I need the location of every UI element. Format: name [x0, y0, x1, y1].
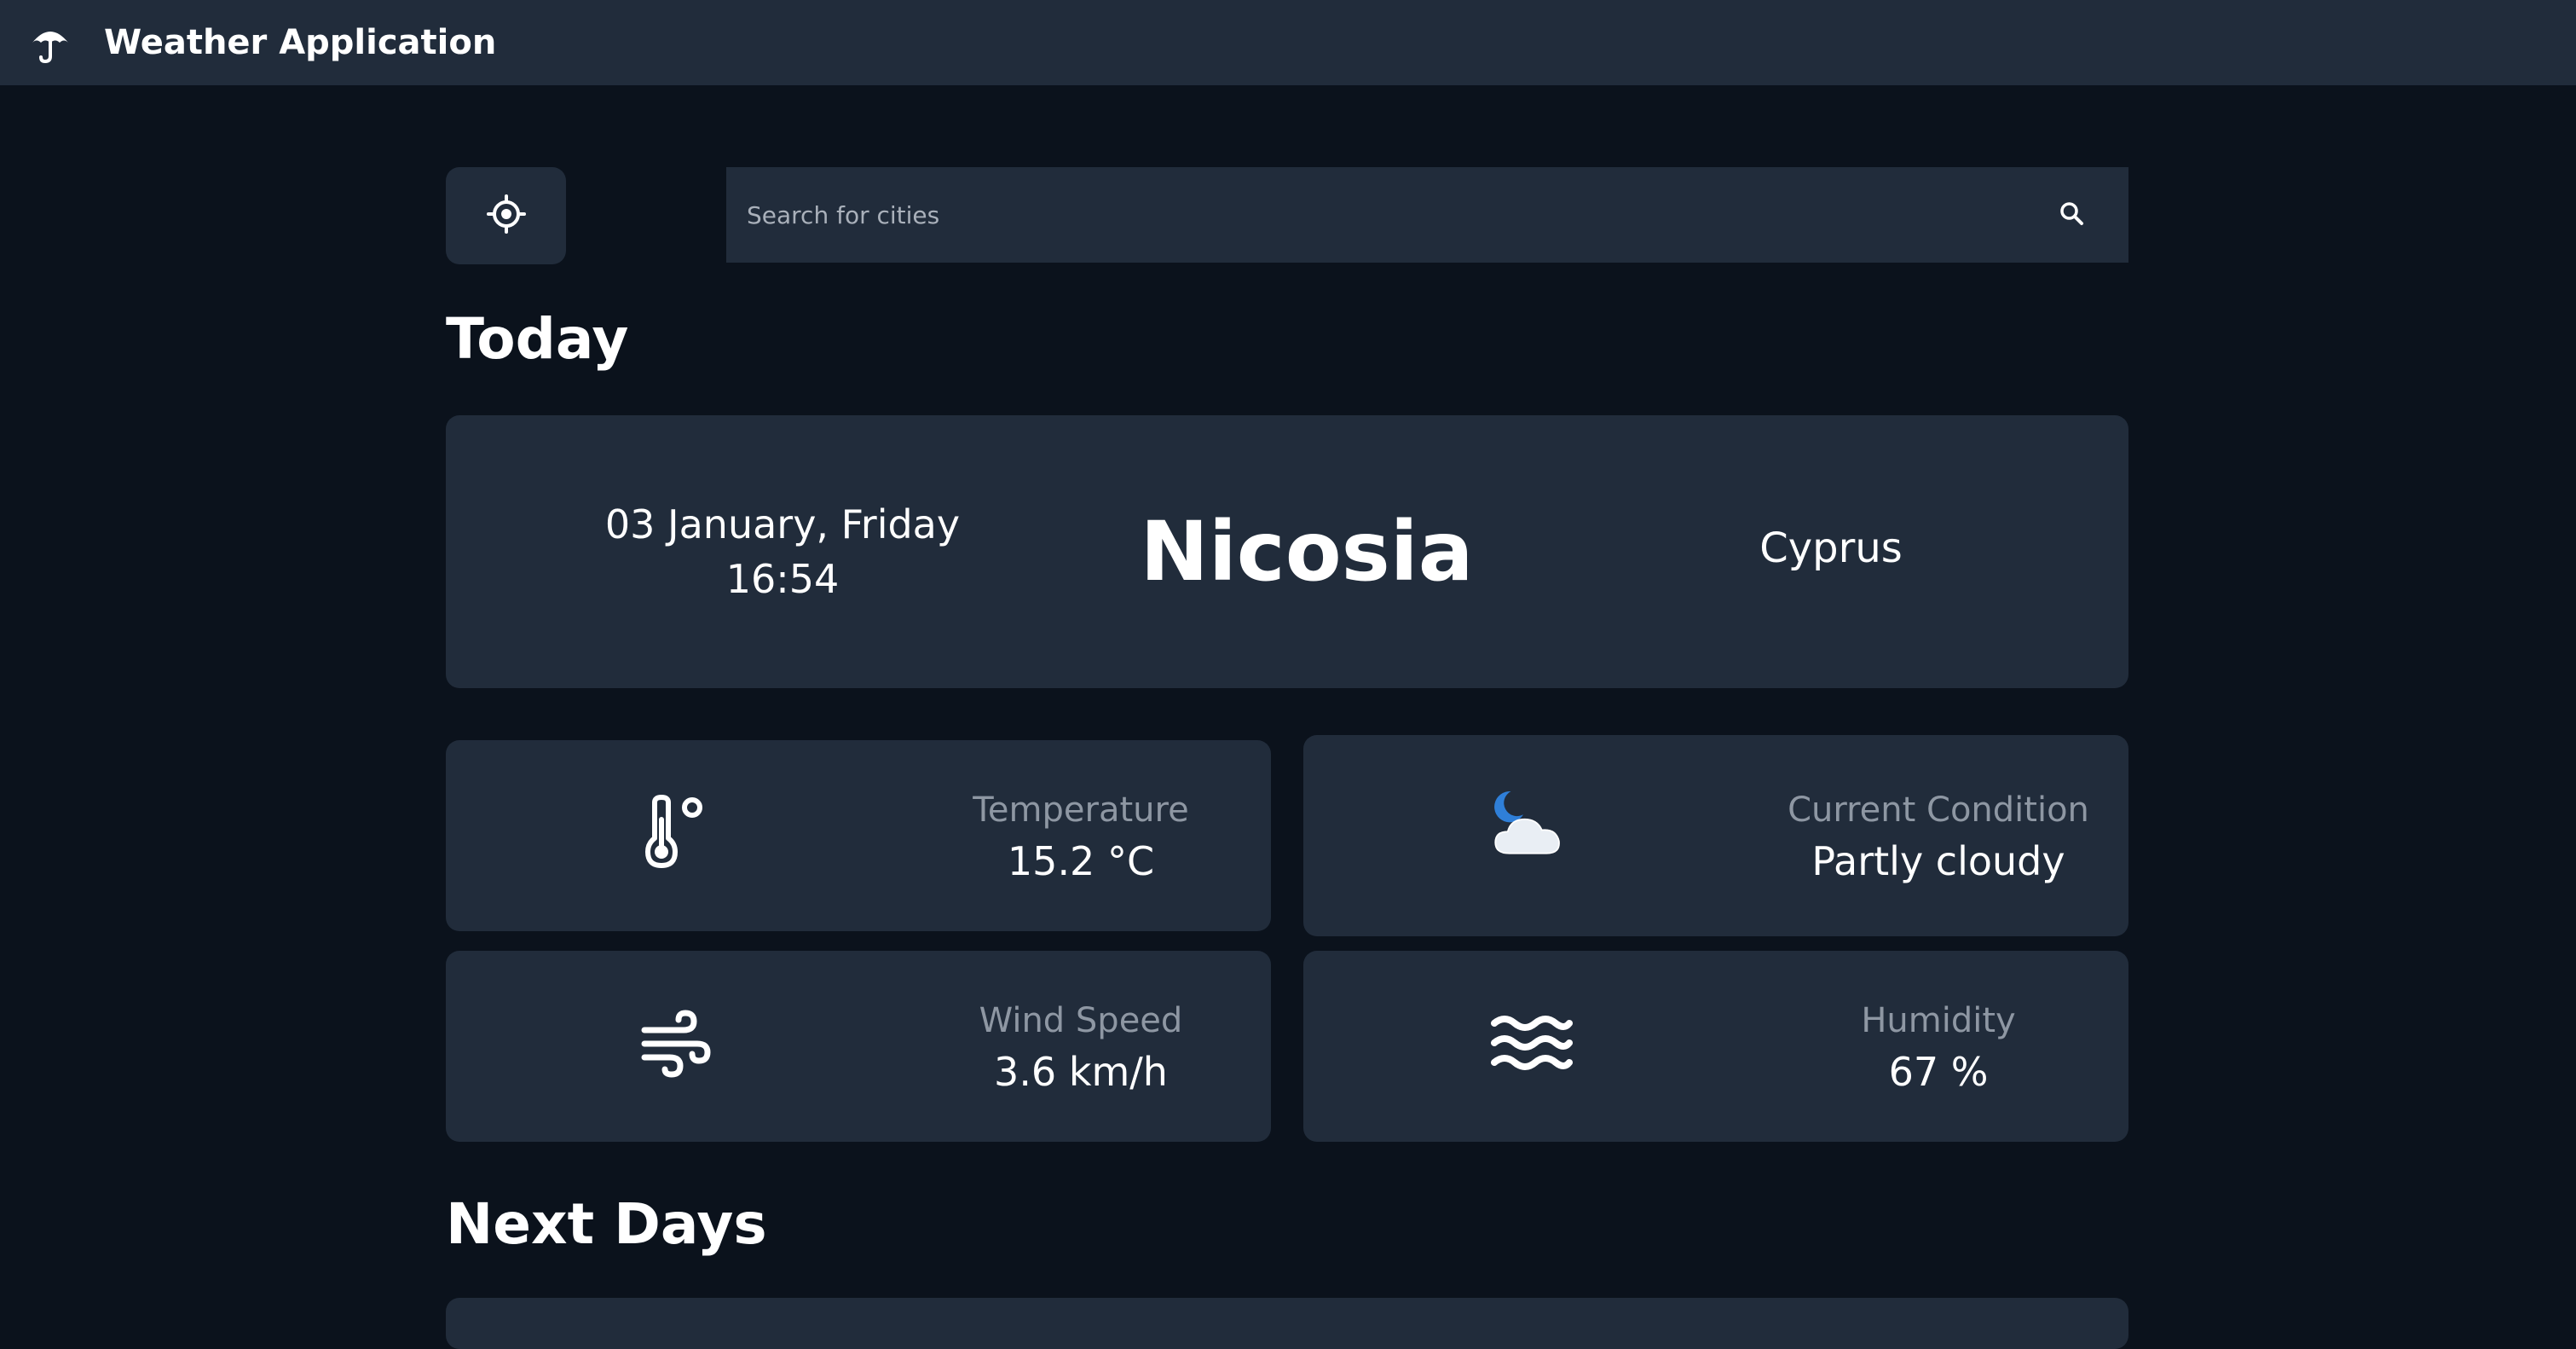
wind-icon	[632, 1000, 717, 1086]
wind-speed-card: Wind Speed 3.6 km/h	[446, 951, 1271, 1142]
temperature-label: Temperature	[973, 790, 1189, 830]
search-button[interactable]	[2048, 191, 2095, 239]
next-days-card	[446, 1298, 2128, 1349]
city-search-input[interactable]	[726, 167, 2056, 263]
country-name: Cyprus	[1759, 524, 1903, 572]
condition-label: Current Condition	[1788, 790, 2089, 830]
condition-text: Current Condition Partly cloudy	[1704, 786, 2173, 889]
wind-speed-text: Wind Speed 3.6 km/h	[846, 997, 1315, 1099]
current-location-button[interactable]	[446, 167, 566, 264]
current-time: 16:54	[725, 556, 840, 602]
humidity-value: 67 %	[1888, 1049, 1989, 1095]
current-condition-card: Current Condition Partly cloudy	[1303, 735, 2128, 936]
temperature-text: Temperature 15.2 °C	[846, 786, 1315, 889]
location-crosshair-icon	[486, 194, 526, 237]
wind-speed-label: Wind Speed	[979, 1001, 1183, 1040]
humidity-label: Humidity	[1861, 1001, 2016, 1040]
temperature-value: 15.2 °C	[1007, 838, 1155, 884]
condition-value: Partly cloudy	[1811, 838, 2065, 884]
app-title: Weather Application	[104, 23, 497, 62]
next-days-heading: Next Days	[446, 1191, 767, 1257]
date-time-block: 03 January, Friday 16:54	[565, 497, 1000, 606]
today-heading: Today	[446, 306, 629, 372]
current-date: 03 January, Friday	[604, 501, 961, 547]
city-search-bar	[726, 167, 2128, 263]
wind-speed-value: 3.6 km/h	[994, 1049, 1168, 1095]
temperature-card: Temperature 15.2 °C	[446, 740, 1271, 931]
today-location-card: 03 January, Friday 16:54 Nicosia Cyprus	[446, 415, 2128, 688]
top-app-bar: Weather Application	[0, 0, 2576, 85]
humidity-text: Humidity 67 %	[1704, 997, 2173, 1099]
search-icon	[2059, 200, 2084, 229]
city-name: Nicosia	[1140, 504, 1474, 599]
moon-cloud-icon	[1489, 783, 1574, 868]
water-waves-icon	[1489, 1000, 1574, 1086]
umbrella-icon	[29, 22, 72, 65]
thermometer-icon	[632, 790, 717, 875]
humidity-card: Humidity 67 %	[1303, 951, 2128, 1142]
